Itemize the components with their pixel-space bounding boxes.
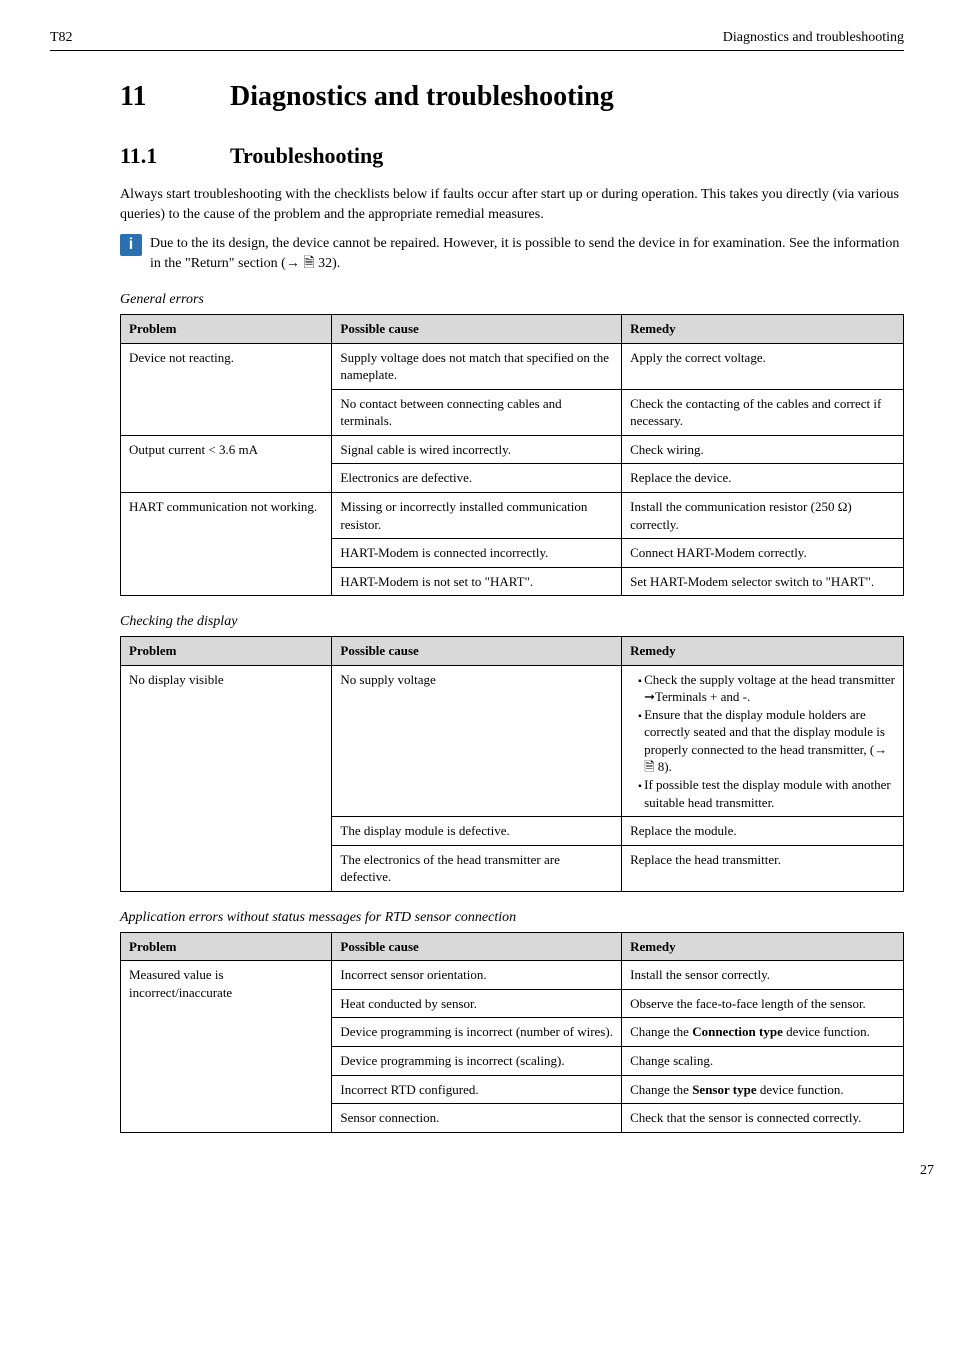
- section-heading: 11.1Troubleshooting: [120, 143, 904, 169]
- table-cell-cause: Missing or incorrectly installed communi…: [332, 493, 622, 539]
- table-cell-remedy: Set HART-Modem selector switch to "HART"…: [622, 567, 904, 596]
- table-cell-remedy: Observe the face-to-face length of the s…: [622, 989, 904, 1018]
- col-cause: Possible cause: [332, 637, 622, 666]
- table-cell-cause: Supply voltage does not match that speci…: [332, 343, 622, 389]
- col-problem: Problem: [121, 315, 332, 344]
- table-cell-remedy: Check wiring.: [622, 435, 904, 464]
- table-cell-cause: Incorrect sensor orientation.: [332, 961, 622, 990]
- rtd-errors-table: Problem Possible cause Remedy Measured v…: [120, 932, 904, 1133]
- table-caption: Checking the display: [120, 614, 904, 630]
- col-remedy: Remedy: [622, 637, 904, 666]
- table-cell-remedy: Connect HART-Modem correctly.: [622, 539, 904, 568]
- note-text: Due to the its design, the device cannot…: [150, 234, 904, 275]
- table-cell-remedy: Change the Connection type device functi…: [622, 1018, 904, 1047]
- header-section: Diagnostics and troubleshooting: [723, 30, 904, 46]
- intro-text: Always start troubleshooting with the ch…: [120, 185, 904, 226]
- chapter-number: 11: [120, 81, 230, 113]
- table-cell-remedy: Change scaling.: [622, 1046, 904, 1075]
- table-cell-remedy: Replace the device.: [622, 464, 904, 493]
- chapter-title: Diagnostics and troubleshooting: [230, 81, 614, 112]
- table-cell-remedy: Replace the module.: [622, 817, 904, 846]
- col-remedy: Remedy: [622, 315, 904, 344]
- table-cell-remedy: Check the supply voltage at the head tra…: [622, 665, 904, 816]
- table-cell-problem: No display visible: [121, 665, 332, 891]
- table-cell-problem: Output current < 3.6 mA: [121, 435, 332, 492]
- table-cell-remedy: Change the Sensor type device function.: [622, 1075, 904, 1104]
- table-caption: Application errors without status messag…: [120, 910, 904, 926]
- table-cell-remedy: Check that the sensor is connected corre…: [622, 1104, 904, 1133]
- table-cell-remedy: Replace the head transmitter.: [622, 845, 904, 891]
- table-cell-problem: Measured value is incorrect/inaccurate: [121, 961, 332, 1132]
- section-number: 11.1: [120, 143, 230, 169]
- checking-display-table: Problem Possible cause Remedy No display…: [120, 636, 904, 892]
- col-cause: Possible cause: [332, 932, 622, 961]
- table-cell-cause: No contact between connecting cables and…: [332, 389, 622, 435]
- table-cell-cause: The display module is defective.: [332, 817, 622, 846]
- page-header: T82 Diagnostics and troubleshooting: [50, 30, 904, 51]
- table-cell-remedy: Install the communication resistor (250 …: [622, 493, 904, 539]
- table-cell-problem: HART communication not working.: [121, 493, 332, 596]
- table-cell-cause: HART-Modem is not set to "HART".: [332, 567, 622, 596]
- header-model: T82: [50, 30, 73, 46]
- table-cell-cause: Heat conducted by sensor.: [332, 989, 622, 1018]
- table-cell-cause: HART-Modem is connected incorrectly.: [332, 539, 622, 568]
- col-problem: Problem: [121, 637, 332, 666]
- table-cell-problem: Device not reacting.: [121, 343, 332, 435]
- table-caption: General errors: [120, 292, 904, 308]
- page-number: 27: [120, 1163, 934, 1179]
- table-cell-cause: Device programming is incorrect (scaling…: [332, 1046, 622, 1075]
- table-cell-remedy: Apply the correct voltage.: [622, 343, 904, 389]
- section-title: Troubleshooting: [230, 143, 383, 168]
- table-cell-remedy: Check the contacting of the cables and c…: [622, 389, 904, 435]
- col-problem: Problem: [121, 932, 332, 961]
- general-errors-table: Problem Possible cause Remedy Device not…: [120, 314, 904, 596]
- table-cell-remedy: Install the sensor correctly.: [622, 961, 904, 990]
- col-remedy: Remedy: [622, 932, 904, 961]
- table-cell-cause: Sensor connection.: [332, 1104, 622, 1133]
- chapter-heading: 11Diagnostics and troubleshooting: [120, 81, 904, 113]
- table-cell-cause: Device programming is incorrect (number …: [332, 1018, 622, 1047]
- table-cell-cause: The electronics of the head transmitter …: [332, 845, 622, 891]
- col-cause: Possible cause: [332, 315, 622, 344]
- info-icon: i: [120, 234, 142, 256]
- table-cell-cause: Electronics are defective.: [332, 464, 622, 493]
- table-cell-cause: Incorrect RTD configured.: [332, 1075, 622, 1104]
- info-note: i Due to the its design, the device cann…: [120, 234, 904, 275]
- table-cell-cause: No supply voltage: [332, 665, 622, 816]
- table-cell-cause: Signal cable is wired incorrectly.: [332, 435, 622, 464]
